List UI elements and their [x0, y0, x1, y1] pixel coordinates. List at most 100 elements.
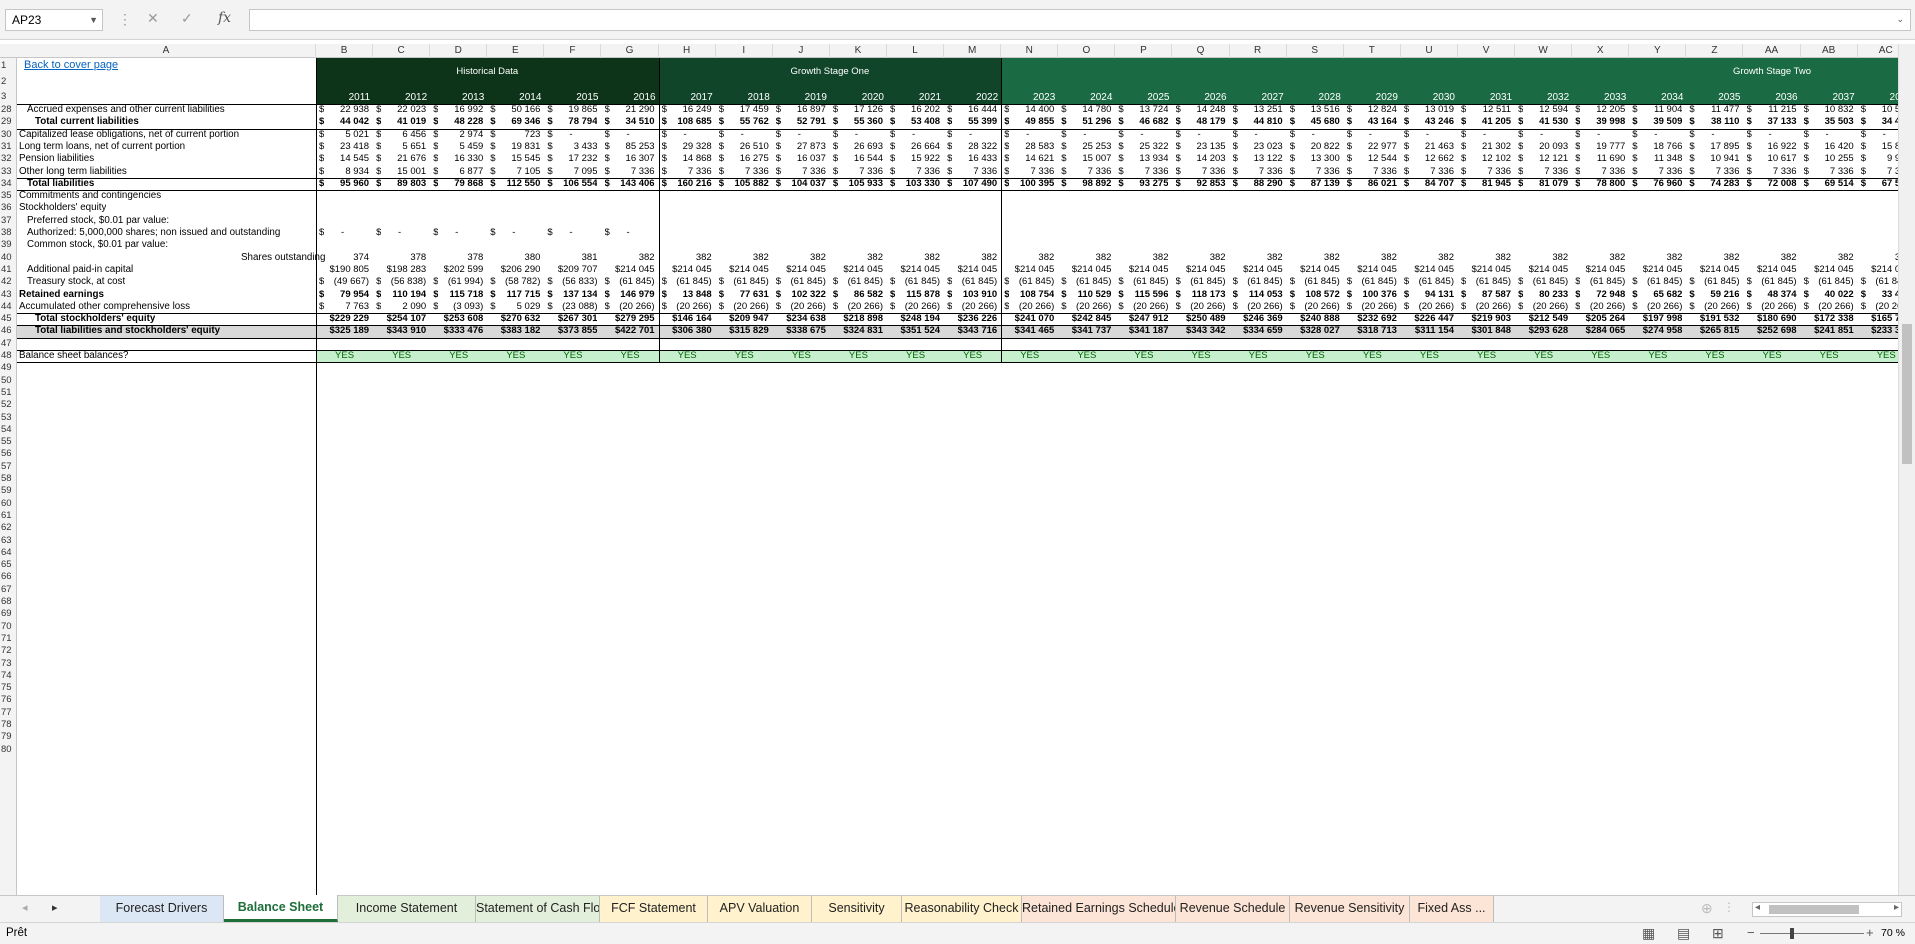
normal-view-icon[interactable]: ▦: [1642, 925, 1655, 942]
row-header[interactable]: 41: [0, 264, 17, 276]
row-header[interactable]: 2: [0, 74, 17, 89]
sheet-tab-balance-sheet[interactable]: Balance Sheet: [224, 895, 338, 922]
row-header[interactable]: 73: [0, 658, 17, 670]
row-header[interactable]: 66: [0, 571, 17, 583]
sheet-tab-income-statement[interactable]: Income Statement: [338, 896, 476, 922]
column-header-k[interactable]: K: [830, 44, 887, 58]
row-header[interactable]: 67: [0, 584, 17, 596]
page-layout-view-icon[interactable]: ▤: [1677, 925, 1690, 942]
scroll-left-icon[interactable]: ◂: [1755, 902, 1760, 913]
column-header-q[interactable]: Q: [1173, 44, 1230, 58]
sheet-tab-fcf-statement[interactable]: FCF Statement: [600, 896, 708, 922]
vertical-scroll-thumb[interactable]: [1902, 324, 1912, 464]
row-header[interactable]: 39: [0, 239, 17, 251]
column-header-c[interactable]: C: [373, 44, 431, 58]
zoom-slider-handle[interactable]: [1790, 928, 1794, 939]
column-header-h[interactable]: H: [659, 44, 716, 58]
row-header[interactable]: 44: [0, 301, 17, 313]
row-header[interactable]: 55: [0, 436, 17, 448]
row-header[interactable]: 58: [0, 473, 17, 485]
column-header-v[interactable]: V: [1458, 44, 1516, 58]
column-header-m[interactable]: M: [944, 44, 1002, 58]
row-header[interactable]: 37: [0, 215, 17, 227]
row-header[interactable]: 62: [0, 522, 17, 534]
row-header[interactable]: 65: [0, 559, 17, 571]
column-header-g[interactable]: G: [602, 44, 659, 58]
sheet-tab-revenue-schedule[interactable]: Revenue Schedule: [1176, 896, 1290, 922]
row-header[interactable]: 45: [0, 313, 17, 325]
zoom-level[interactable]: 70 %: [1881, 927, 1905, 939]
row-header[interactable]: 52: [0, 399, 17, 411]
spreadsheet-grid[interactable]: A B C D E F G H I J K L M N O P Q R S T U V W X Y Z AA AB AC Histori…: [0, 44, 1898, 895]
row-header[interactable]: 53: [0, 412, 17, 424]
column-header-s[interactable]: S: [1287, 44, 1344, 58]
formula-input[interactable]: ⌄: [249, 9, 1911, 31]
sheet-tab-apv-valuation[interactable]: APV Valuation: [708, 896, 812, 922]
row-header[interactable]: 57: [0, 461, 17, 473]
scroll-right-icon[interactable]: ▸: [1894, 902, 1899, 913]
row-header[interactable]: 49: [0, 362, 17, 374]
page-break-view-icon[interactable]: ⊞: [1712, 925, 1724, 942]
row-header[interactable]: 33: [0, 166, 17, 178]
horizontal-scrollbar[interactable]: ◂ ▸: [1752, 902, 1902, 917]
sheet-tab-retained-earnings-schedule[interactable]: Retained Earnings Schedule: [1022, 896, 1176, 922]
row-header[interactable]: 54: [0, 424, 17, 436]
column-header-x[interactable]: X: [1572, 44, 1630, 58]
name-box[interactable]: AP23 ▼: [5, 9, 103, 31]
column-header-l[interactable]: L: [887, 44, 945, 58]
tab-splitter-icon[interactable]: ⋮: [1723, 900, 1735, 914]
row-header[interactable]: 75: [0, 682, 17, 694]
column-header-r[interactable]: R: [1230, 44, 1287, 58]
column-header-e[interactable]: E: [487, 44, 545, 58]
row-header[interactable]: 30: [0, 129, 17, 141]
sheet-tab-fixed-ass[interactable]: Fixed Ass ...: [1410, 896, 1494, 922]
row-header[interactable]: 29: [0, 116, 17, 128]
row-header[interactable]: 61: [0, 510, 17, 522]
row-header[interactable]: 40: [0, 252, 17, 264]
zoom-out-icon[interactable]: −: [1747, 925, 1755, 940]
row-header[interactable]: 1: [0, 58, 17, 73]
name-box-dropdown-icon[interactable]: ▼: [89, 13, 98, 27]
back-to-cover-link[interactable]: Back to cover page: [24, 58, 118, 73]
row-header[interactable]: 70: [0, 621, 17, 633]
column-header-n[interactable]: N: [1001, 44, 1059, 58]
zoom-slider[interactable]: [1760, 933, 1864, 934]
row-header[interactable]: 64: [0, 547, 17, 559]
sheet-tab-statement-of-cash-flows[interactable]: Statement of Cash Flows: [476, 896, 600, 922]
column-header-d[interactable]: D: [430, 44, 488, 58]
column-header-b[interactable]: B: [316, 44, 374, 58]
row-header[interactable]: 60: [0, 498, 17, 510]
column-header-z[interactable]: Z: [1686, 44, 1744, 58]
column-header-u[interactable]: U: [1401, 44, 1458, 58]
column-header-ab[interactable]: AB: [1801, 44, 1858, 58]
sheet-tab-reasonability-check[interactable]: Reasonability Check: [902, 896, 1022, 922]
row-header[interactable]: 76: [0, 694, 17, 706]
row-header[interactable]: 32: [0, 153, 17, 165]
row-header[interactable]: 56: [0, 448, 17, 460]
cancel-icon[interactable]: ✕: [147, 10, 159, 27]
sheet-tab-sensitivity[interactable]: Sensitivity: [812, 896, 902, 922]
row-header[interactable]: 43: [0, 289, 17, 301]
column-header-t[interactable]: T: [1344, 44, 1401, 58]
row-header[interactable]: 38: [0, 227, 17, 239]
expand-formula-icon[interactable]: ⌄: [1896, 14, 1904, 25]
sheet-tab-forecast-drivers[interactable]: Forecast Drivers: [100, 896, 224, 922]
sheet-tab-revenue-sensitivity[interactable]: Revenue Sensitivity: [1290, 896, 1410, 922]
row-header[interactable]: 36: [0, 202, 17, 214]
row-header[interactable]: 50: [0, 375, 17, 387]
row-header[interactable]: 46: [0, 325, 17, 337]
row-header[interactable]: 59: [0, 485, 17, 497]
row-header[interactable]: 63: [0, 535, 17, 547]
enter-icon[interactable]: ✓: [181, 10, 193, 27]
row-header[interactable]: 77: [0, 707, 17, 719]
insert-function-icon[interactable]: fx: [218, 10, 231, 26]
zoom-in-icon[interactable]: +: [1866, 925, 1874, 940]
row-header[interactable]: 69: [0, 608, 17, 620]
row-header[interactable]: 3: [0, 89, 17, 104]
column-header-f[interactable]: F: [544, 44, 602, 58]
vertical-scrollbar[interactable]: [1898, 44, 1915, 895]
column-header-i[interactable]: I: [716, 44, 773, 58]
row-header[interactable]: 48: [0, 350, 17, 362]
row-header[interactable]: 78: [0, 719, 17, 731]
row-header[interactable]: 68: [0, 596, 17, 608]
